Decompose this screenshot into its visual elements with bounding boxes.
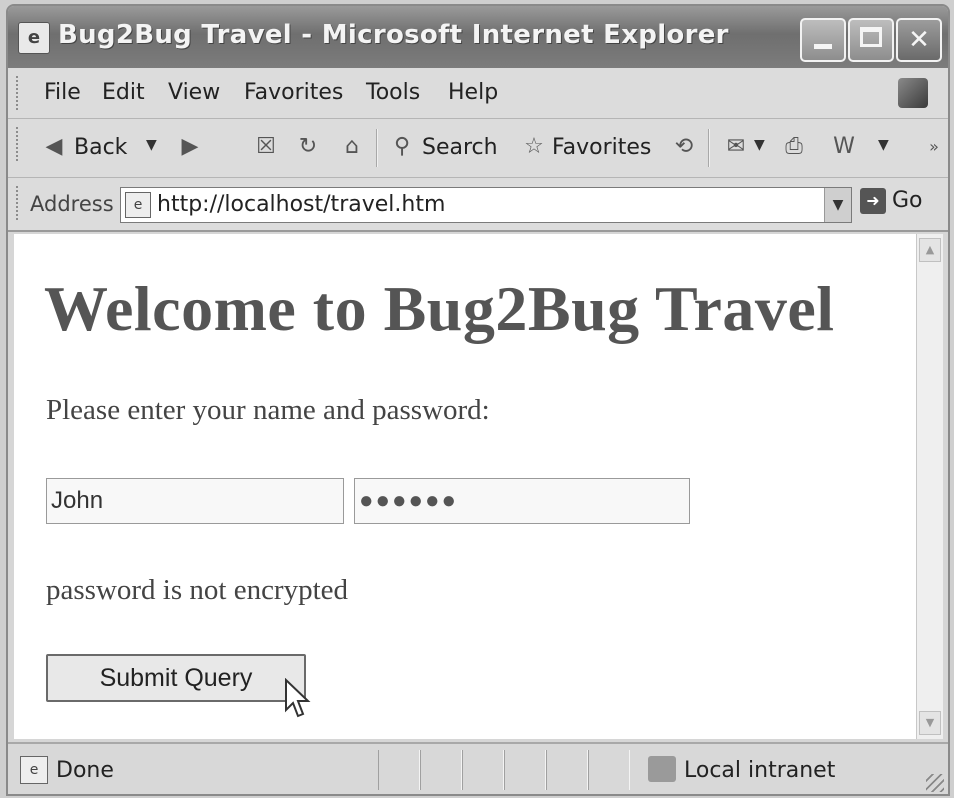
- menu-help[interactable]: Help: [448, 80, 498, 105]
- go-label: Go: [892, 188, 923, 213]
- stop-icon[interactable]: ☒: [252, 133, 280, 161]
- encryption-note: password is not encrypted: [46, 574, 349, 606]
- chevron-more-icon[interactable]: »: [920, 133, 948, 161]
- menu-file[interactable]: File: [44, 80, 81, 105]
- toolbar-separator: [708, 129, 710, 167]
- status-pane: [378, 750, 420, 790]
- go-button[interactable]: ➜ Go: [860, 188, 923, 214]
- back-button[interactable]: Back: [74, 135, 127, 160]
- login-prompt: Please enter your name and password:: [46, 394, 490, 426]
- window-title: Bug2Bug Travel - Microsoft Internet Expl…: [58, 20, 729, 50]
- toolbar-grip[interactable]: [16, 186, 21, 220]
- address-input[interactable]: e http://localhost/travel.htm ▼: [120, 187, 852, 223]
- refresh-icon[interactable]: ↻: [294, 133, 322, 161]
- windows-logo-icon: [898, 78, 928, 108]
- status-pane: [588, 750, 630, 790]
- status-pane: [420, 750, 462, 790]
- page-icon: e: [125, 192, 151, 218]
- toolbar-separator: [376, 129, 378, 167]
- status-bar: e Done Local intranet: [8, 742, 948, 794]
- close-button[interactable]: ✕: [896, 18, 942, 62]
- toolbar-grip[interactable]: [16, 127, 21, 161]
- maximize-button[interactable]: [848, 18, 894, 62]
- forward-arrow-icon[interactable]: ▶: [176, 133, 204, 161]
- menu-edit[interactable]: Edit: [102, 80, 145, 105]
- back-arrow-icon[interactable]: ◀: [40, 133, 68, 161]
- search-button[interactable]: Search: [422, 135, 498, 160]
- status-page-icon: e: [20, 756, 48, 784]
- name-input[interactable]: John: [46, 478, 344, 524]
- intranet-zone-icon: [648, 756, 676, 782]
- resize-grip[interactable]: [926, 774, 944, 792]
- ie-page-icon: e: [18, 22, 50, 54]
- status-pane: [546, 750, 588, 790]
- title-bar[interactable]: e Bug2Bug Travel - Microsoft Internet Ex…: [8, 6, 948, 68]
- mouse-pointer-icon: [285, 678, 311, 718]
- address-label: Address: [30, 192, 114, 216]
- menu-view[interactable]: View: [168, 80, 220, 105]
- favorites-star-icon[interactable]: ☆: [520, 133, 548, 161]
- address-bar: Address e http://localhost/travel.htm ▼ …: [8, 178, 948, 232]
- search-icon[interactable]: ⚲: [388, 133, 416, 161]
- address-url[interactable]: http://localhost/travel.htm: [157, 192, 445, 217]
- history-icon[interactable]: ⟲: [670, 133, 698, 161]
- security-zone-label: Local intranet: [684, 758, 836, 783]
- vertical-scrollbar[interactable]: ▲ ▼: [916, 234, 943, 739]
- scroll-up-icon[interactable]: ▲: [919, 238, 941, 262]
- standard-toolbar: ◀ Back ▼ ▶ ☒ ↻ ⌂ ⚲ Search ☆ Favorites ⟲ …: [8, 119, 948, 178]
- browser-window: e Bug2Bug Travel - Microsoft Internet Ex…: [6, 4, 950, 796]
- toolbar-grip[interactable]: [16, 76, 21, 110]
- password-input[interactable]: ●●●●●●: [354, 478, 690, 524]
- back-dropdown-icon[interactable]: ▼: [146, 137, 157, 153]
- home-icon[interactable]: ⌂: [338, 133, 366, 161]
- scroll-down-icon[interactable]: ▼: [919, 711, 941, 735]
- submit-query-button[interactable]: Submit Query: [46, 654, 306, 702]
- edit-dropdown-icon[interactable]: ▼: [878, 137, 889, 153]
- close-icon: ✕: [908, 25, 930, 55]
- favorites-button[interactable]: Favorites: [552, 135, 651, 160]
- status-pane: [462, 750, 504, 790]
- mail-icon[interactable]: ✉: [722, 133, 750, 161]
- maximize-icon: [860, 27, 882, 47]
- go-arrow-icon: ➜: [860, 188, 886, 214]
- minimize-button[interactable]: [800, 18, 846, 62]
- mail-dropdown-icon[interactable]: ▼: [754, 137, 765, 153]
- menu-tools[interactable]: Tools: [366, 80, 420, 105]
- menu-bar: File Edit View Favorites Tools Help: [8, 68, 948, 119]
- edit-word-icon[interactable]: W: [830, 133, 858, 161]
- address-dropdown-icon[interactable]: ▼: [824, 188, 851, 222]
- page-content: Welcome to Bug2Bug Travel Please enter y…: [14, 234, 916, 739]
- print-icon[interactable]: ⎙: [780, 133, 808, 161]
- menu-favorites[interactable]: Favorites: [244, 80, 343, 105]
- page-heading: Welcome to Bug2Bug Travel: [44, 273, 835, 344]
- minimize-icon: [814, 44, 832, 49]
- status-text: Done: [56, 758, 114, 783]
- status-pane: [504, 750, 546, 790]
